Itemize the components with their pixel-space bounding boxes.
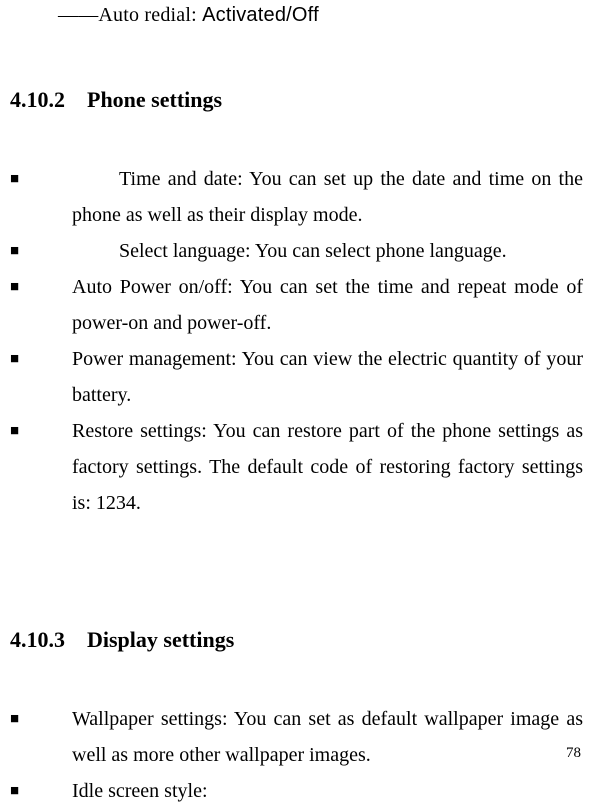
list-item-text: Select language: You can select phone la…: [72, 233, 583, 269]
auto-redial-value: Activated/Off: [202, 4, 319, 26]
page-number: 78: [566, 745, 581, 762]
list-item-text: Idle screen style:: [72, 773, 583, 809]
list-item: Select language: You can select phone la…: [10, 233, 583, 269]
list-item-text: Restore settings: You can restore part o…: [72, 413, 583, 521]
dashes-prefix: ――: [58, 4, 98, 26]
list-item: Time and date: You can set up the date a…: [10, 161, 583, 233]
list-item: Restore settings: You can restore part o…: [10, 413, 583, 521]
section-heading-display-settings: 4.10.3 Display settings: [10, 627, 583, 653]
section-heading-phone-settings: 4.10.2 Phone settings: [10, 87, 583, 113]
list-item: Auto Power on/off: You can set the time …: [10, 269, 583, 341]
auto-redial-label: Auto redial:: [98, 4, 202, 26]
list-item: Idle screen style:: [10, 773, 583, 809]
list-item-text: Power management: You can view the elect…: [72, 341, 583, 413]
display-settings-list: Wallpaper settings: You can set as defau…: [10, 701, 583, 809]
list-item: Wallpaper settings: You can set as defau…: [10, 701, 583, 773]
list-item-text: Auto Power on/off: You can set the time …: [72, 269, 583, 341]
auto-redial-line: ――Auto redial: Activated/Off: [58, 4, 583, 27]
phone-settings-list: Time and date: You can set up the date a…: [10, 161, 583, 521]
list-item-text: Wallpaper settings: You can set as defau…: [72, 701, 583, 773]
list-item: Power management: You can view the elect…: [10, 341, 583, 413]
list-item-text: Time and date: You can set up the date a…: [72, 161, 583, 233]
